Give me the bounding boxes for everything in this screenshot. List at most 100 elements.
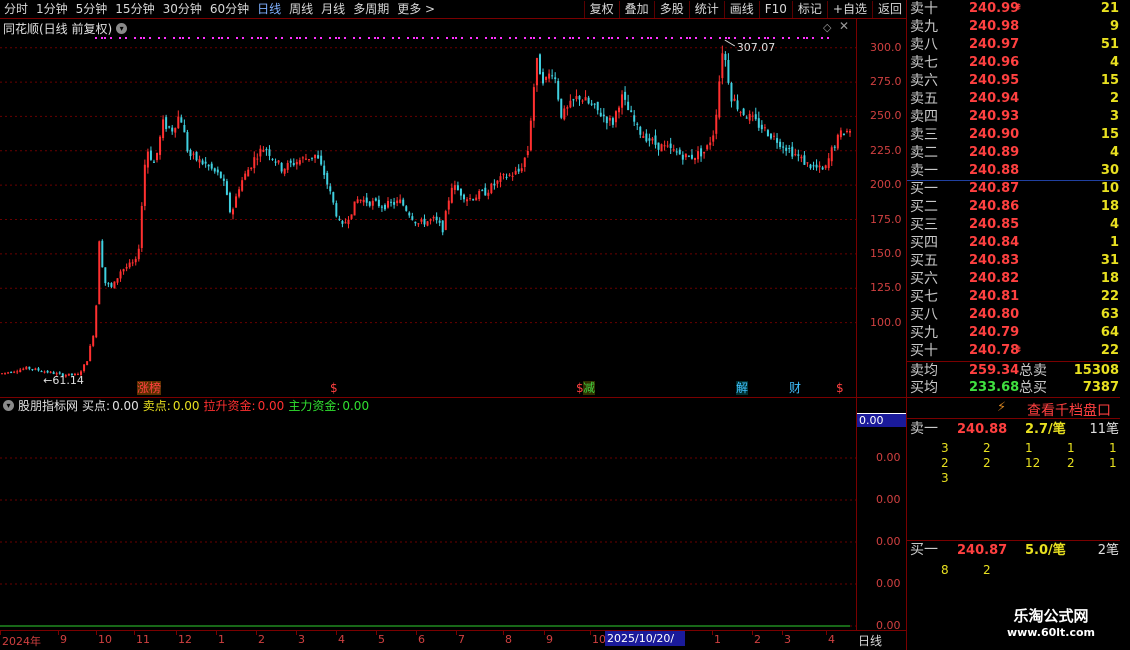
signal-dot [452,37,454,39]
candle-body [466,199,469,202]
toolbar-tab-3[interactable]: 15分钟 [111,0,158,18]
book-row[interactable]: 卖九 240.98 9 [907,18,1121,36]
toolbar-button-5[interactable]: F10 [761,0,791,18]
signal-dot [587,37,589,39]
toolbar-button-4[interactable]: 画线 [726,0,758,18]
book-row[interactable]: 买五 240.83 31 [907,252,1121,270]
chevron-down-icon[interactable]: ▾ [3,400,14,411]
toolbar-button-8[interactable]: 返回 [874,0,906,18]
diamond-icon[interactable]: ◇ [823,21,831,34]
kline-chart[interactable]: 307.07 ←61.14 [0,36,856,396]
book-row[interactable]: 卖二 240.89 4 [907,144,1121,162]
book-row[interactable]: 卖十 240.99 21 [907,0,1121,18]
book-row[interactable]: 卖八 240.97 51 [907,36,1121,54]
toolbar-button-3[interactable]: 统计 [691,0,723,18]
candle-body [754,114,757,120]
book-row[interactable]: 卖六 240.95 15 [907,72,1121,90]
candle-body [390,201,393,203]
book-level-volume: 18 [1100,199,1119,214]
signal-dot [407,37,409,39]
event-marker[interactable]: $ [836,381,844,395]
toolbar-tab-2[interactable]: 5分钟 [72,0,112,18]
book-row[interactable]: 买八 240.80 63 [907,306,1121,324]
event-marker[interactable]: 财 [789,381,801,395]
candle-body [587,97,590,104]
signal-dot [749,37,751,39]
toolbar-button-7[interactable]: +自选 [829,0,871,18]
candle-body [715,114,718,134]
candle-body [86,361,89,366]
signal-dot [212,37,214,39]
chart-header: 同花顺(日线 前复权) ▾ [0,20,856,36]
price-tick-label: 225.0 [870,143,902,157]
event-marker[interactable]: 解 [736,381,749,395]
indicator-name[interactable]: 股朋指标网 [18,397,78,414]
book-row[interactable]: 卖三 240.90 15 [907,126,1121,144]
book-row[interactable]: 卖四 240.93 3 [907,108,1121,126]
chevron-down-icon[interactable]: ▾ [116,22,128,34]
candle-body [706,145,709,150]
low-label: ←61.14 [43,374,84,387]
book-row[interactable]: 卖七 240.96 4 [907,54,1121,72]
book-row[interactable]: 买十 240.78 22 [907,342,1121,360]
signal-dot [608,37,610,39]
book-row[interactable]: 买四 240.84 1 [907,234,1121,252]
book-row[interactable]: 买七 240.81 22 [907,288,1121,306]
book-row[interactable]: 卖五 240.94 2 [907,90,1121,108]
candle-body [152,161,155,163]
book-row[interactable]: 买一 240.87 10 [907,180,1121,198]
candle-body [666,145,669,147]
book-row[interactable]: 买二 240.86 18 [907,198,1121,216]
toolbar-tab-9[interactable]: 多周期 [349,0,393,18]
event-marker[interactable]: 涨榜 [137,381,162,395]
book-row[interactable]: 买六 240.82 18 [907,270,1121,288]
event-marker[interactable]: 减 [583,381,596,395]
candle-body [307,159,310,161]
book-level-volume: 21 [1100,1,1119,16]
toolbar-tab-5[interactable]: 60分钟 [206,0,253,18]
close-icon[interactable]: ✕ [839,19,849,33]
candle-body [247,169,250,177]
toolbar-button-2[interactable]: 多股 [656,0,688,18]
book-level-price: 240.88 [969,163,1020,178]
candle-body [311,157,314,159]
candle-body [687,155,690,157]
candle-body [244,173,247,180]
candle-body [776,138,779,143]
toolbar-tab-1[interactable]: 1分钟 [32,0,72,18]
book-level-name: 卖三 [910,127,938,143]
candle-body [672,149,675,151]
candle-body [219,171,222,178]
toolbar-button-1[interactable]: 叠加 [621,0,653,18]
toolbar-tab-7[interactable]: 周线 [285,0,317,18]
book-level-volume: 30 [1100,163,1119,178]
candle-body [475,197,478,201]
book-level-name: 买七 [910,289,938,305]
book-level-price: 240.99 [969,1,1020,16]
date-label: 11 [136,633,150,646]
toolbar-tab-4[interactable]: 30分钟 [159,0,206,18]
up-arrow-icon: ⇞ [1015,3,1023,13]
toolbar-button-0[interactable]: 复权 [586,0,618,18]
book-level-price: 240.96 [969,55,1020,70]
book-row[interactable]: 卖一 240.88 30 [907,162,1121,180]
book-level-name: 卖八 [910,37,938,53]
period-label[interactable]: 日线 [858,632,882,649]
candle-body [4,372,7,374]
candle-body [681,154,684,160]
event-marker[interactable]: $ [330,381,338,395]
toolbar-tab-8[interactable]: 月线 [317,0,349,18]
toolbar-tab-6[interactable]: 日线 [253,0,285,18]
book-row[interactable]: 买三 240.85 4 [907,216,1121,234]
toolbar-button-6[interactable]: 标记 [794,0,826,18]
signal-dot [446,37,448,39]
indicator-chart[interactable] [0,398,856,630]
signal-dot [491,37,493,39]
candle-body [469,198,472,200]
candle-body [405,206,408,211]
view-depth-button[interactable]: ⚡ 查看千档盘口 [907,397,1121,419]
toolbar-tab-0[interactable]: 分时 [0,0,32,18]
toolbar-tab-10[interactable]: 更多 > [393,0,439,18]
order-book: 卖十 240.99 21 卖九 240.98 9 卖八 240.97 51 卖七 240.96 4 卖六… [906,0,1121,650]
book-row[interactable]: 买九 240.79 64 [907,324,1121,342]
